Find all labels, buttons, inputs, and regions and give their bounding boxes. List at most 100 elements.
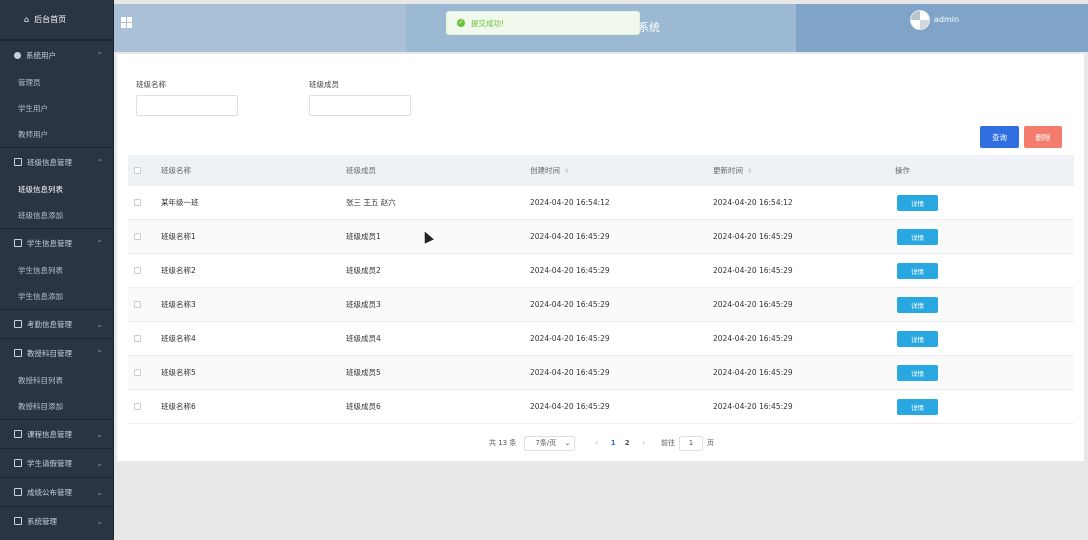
sidebar-group-class-info[interactable]: 班级信息管理 ⌃ [0,147,113,176]
cell-class-name: 班级名称1 [161,232,196,241]
table-row: 班级名称5 班级成员5 2024-04-20 16:45:29 2024-04-20 … [128,356,1074,390]
sidebar-item-teacher-users[interactable]: 教师用户 [0,121,113,147]
sidebar-item-student-add[interactable]: 学生信息添加 [0,283,113,309]
sidebar-group-label: 学生请假管理 [27,458,72,468]
document-icon [14,349,22,357]
cell-updated: 2024-04-20 16:45:29 [713,368,793,377]
cell-updated: 2024-04-20 16:45:29 [713,300,793,309]
image-icon [14,517,22,525]
cell-created: 2024-04-20 16:45:29 [530,266,610,275]
sidebar-item-subject-add[interactable]: 教授科目添加 [0,393,113,419]
cell-created: 2024-04-20 16:45:29 [530,300,610,309]
row-checkbox[interactable] [134,335,141,342]
detail-button[interactable]: 详情 [897,330,938,347]
sidebar-item-student-users[interactable]: 学生用户 [0,95,113,121]
class-table: 班级名称 班级成员 创建时间 ⇕ 更新时间 ⇕ 操作 某年级一班 张三 王五 赵六 20… [128,155,1074,424]
class-name-input[interactable] [136,95,238,116]
detail-button[interactable]: 详情 [897,296,938,313]
sidebar-group-system-users[interactable]: 系统用户 ⌃ [0,40,113,69]
table-row: 班级名称2 班级成员2 2024-04-20 16:45:29 2024-04-20 … [128,254,1074,288]
page-size-value: 7条/页 [535,439,557,447]
sidebar-home-label: 后台首页 [34,15,67,24]
avatar[interactable] [910,10,930,30]
goto-page-input[interactable]: 1 [678,435,703,451]
sidebar-group-label: 成绩公布管理 [27,487,72,497]
cell-class-members: 班级成员1 [346,232,381,241]
row-checkbox[interactable] [134,369,141,376]
cell-class-name: 班级名称6 [161,402,196,411]
column-header: 班级成员 [346,166,376,175]
row-checkbox[interactable] [134,267,141,274]
chevron-up-icon: ⌃ [96,238,103,248]
cell-created: 2024-04-20 16:45:29 [530,368,610,377]
detail-button[interactable]: 详情 [897,398,938,415]
header-segment [114,4,406,52]
class-name-label: 班级名称 [136,80,166,89]
sidebar-item-admin[interactable]: 管理员 [0,69,113,95]
page-title: 系统 [638,21,660,34]
sidebar-group-label: 教授科目管理 [27,348,72,358]
grid-menu-icon[interactable] [121,17,132,28]
query-button[interactable]: 查询 [980,126,1019,148]
prev-page-icon[interactable]: ‹ [595,439,598,447]
sidebar-group-attendance[interactable]: 考勤信息管理 ⌄ [0,309,113,338]
page-number[interactable]: 1 [606,439,620,447]
chevron-up-icon: ⌃ [96,348,103,358]
column-header-sortable[interactable]: 更新时间 ⇕ [713,165,895,176]
column-header-label: 创建时间 [530,166,560,175]
detail-button[interactable]: 详情 [897,194,938,211]
table-row: 班级名称1 班级成员1 2024-04-20 16:45:29 2024-04-20 … [128,220,1074,254]
row-checkbox[interactable] [134,403,141,410]
sidebar-item-subject-list[interactable]: 教授科目列表 [0,367,113,393]
cell-class-members: 班级成员2 [346,266,381,275]
page-number[interactable]: 2 [620,439,634,447]
cell-updated: 2024-04-20 16:45:29 [713,402,793,411]
row-checkbox[interactable] [134,301,141,308]
cell-class-name: 班级名称4 [161,334,196,343]
content-card: 班级名称 班级成员 查询 删除 班级名称 班级成员 创建时间 ⇕ 更新时间 ⇕ 操作… [117,54,1084,461]
goto-label: 前往 [660,439,675,447]
row-checkbox[interactable] [134,233,141,240]
document-icon [14,320,22,328]
sort-icon[interactable]: ⇕ [747,168,752,175]
document-icon [14,158,22,166]
toast-message: 提交成功! [471,18,505,28]
sidebar-group-student-info[interactable]: 学生信息管理 ⌃ [0,228,113,257]
chevron-down-icon: ⌄ [96,487,103,497]
chevron-up-icon: ⌃ [96,50,103,60]
sidebar-group-subjects[interactable]: 教授科目管理 ⌃ [0,338,113,367]
sort-icon[interactable]: ⇕ [564,168,569,175]
sidebar-home[interactable]: ⌂ 后台首页 [0,0,113,40]
cell-created: 2024-04-20 16:45:29 [530,232,610,241]
sidebar-group-courses[interactable]: 课程信息管理 ⌄ [0,419,113,448]
sidebar-group-grades[interactable]: 成绩公布管理 ⌄ [0,477,113,506]
sidebar-item-class-list[interactable]: 班级信息列表 [0,176,113,202]
username[interactable]: admin [934,15,959,24]
sidebar-group-label: 系统管理 [27,516,57,526]
page-size-select[interactable]: 7条/页 ⌄ [524,435,576,451]
sidebar-group-label: 考勤信息管理 [27,319,72,329]
sidebar-group-label: 系统用户 [26,50,56,60]
next-page-icon[interactable]: › [642,439,645,447]
class-members-input[interactable] [309,95,411,116]
goto-suffix: 页 [706,439,714,447]
detail-button[interactable]: 详情 [897,262,938,279]
table-header: 班级名称 班级成员 创建时间 ⇕ 更新时间 ⇕ 操作 [128,155,1074,186]
select-all-checkbox[interactable] [134,167,141,174]
cell-updated: 2024-04-20 16:45:29 [713,266,793,275]
chevron-up-icon: ⌃ [96,157,103,167]
cell-updated: 2024-04-20 16:54:12 [713,198,793,207]
row-checkbox[interactable] [134,199,141,206]
sidebar-group-leave[interactable]: 学生请假管理 ⌄ [0,448,113,477]
column-header-sortable[interactable]: 创建时间 ⇕ [530,165,713,176]
detail-button[interactable]: 详情 [897,228,938,245]
total-count: 共 13 条 [489,439,517,447]
sidebar-item-student-list[interactable]: 学生信息列表 [0,257,113,283]
detail-button[interactable]: 详情 [897,364,938,381]
cell-class-name: 班级名称5 [161,368,196,377]
cell-class-members: 班级成员5 [346,368,381,377]
delete-button[interactable]: 删除 [1024,126,1062,148]
sidebar-group-system[interactable]: 系统管理 ⌄ [0,506,113,535]
sidebar-item-class-add[interactable]: 班级信息添加 [0,202,113,228]
document-icon [14,239,22,247]
